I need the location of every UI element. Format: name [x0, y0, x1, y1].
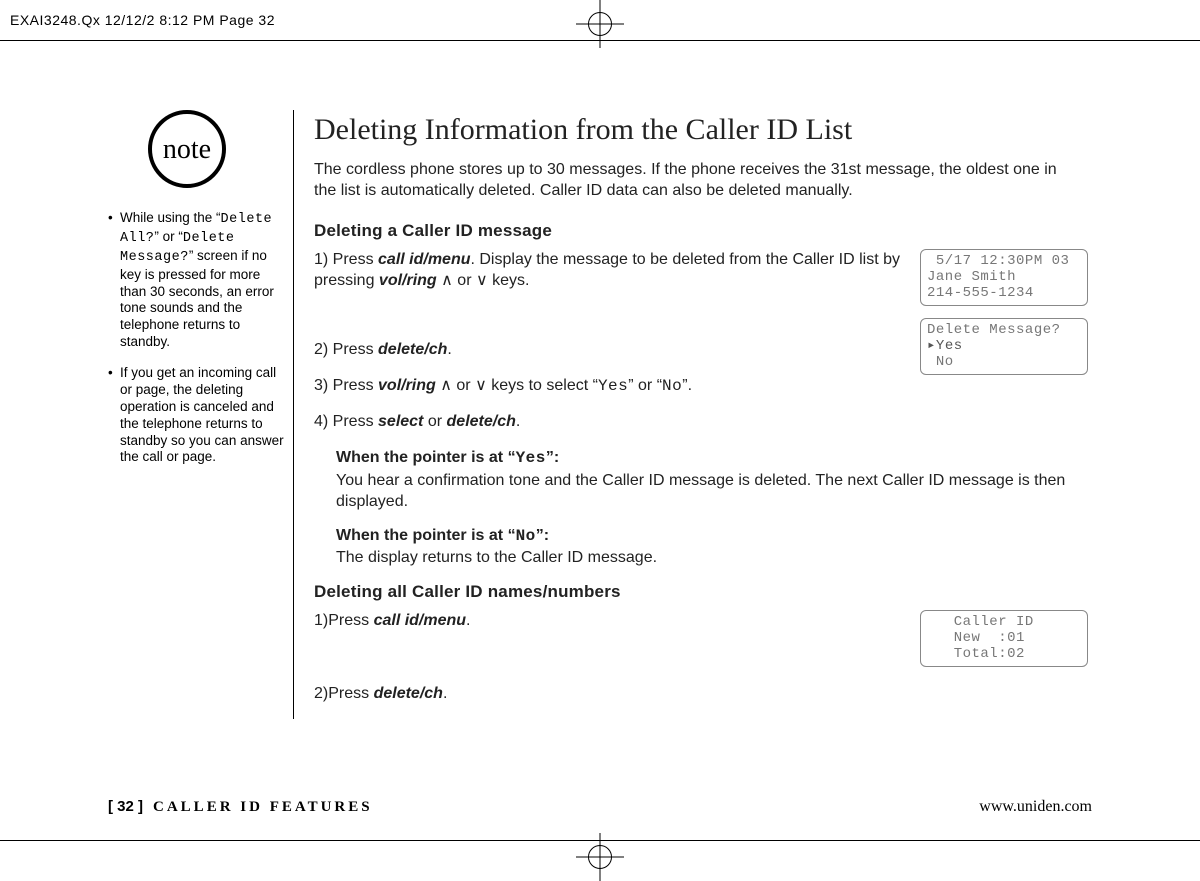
- step-row: 1)Press call id/menu. Caller ID New :01 …: [314, 610, 1093, 679]
- section-heading: Deleting a Caller ID message: [314, 220, 1093, 243]
- step-row: 1) Press call id/menu. Display the messa…: [314, 249, 1093, 388]
- print-header: EXAI3248.Qx 12/12/2 8:12 PM Page 32: [10, 12, 275, 28]
- lcd-delete-message: Delete Message? ▸Yes No: [920, 318, 1088, 375]
- intro-text: The cordless phone stores up to 30 messa…: [314, 159, 1074, 202]
- note-sidebar: note • While using the “Delete All?” or …: [108, 110, 293, 719]
- page-title: Deleting Information from the Caller ID …: [314, 110, 1093, 151]
- note-bullet: • If you get an incoming call or page, t…: [108, 365, 285, 466]
- step-row: 2)Press delete/ch.: [314, 683, 1093, 705]
- result-no: When the pointer is at “No”: The display…: [336, 525, 1066, 569]
- footer-url: www.uniden.com: [979, 798, 1092, 816]
- page-footer: [ 32 ] CALLER ID FEATURES www.uniden.com: [108, 798, 1092, 816]
- main-column: Deleting Information from the Caller ID …: [294, 110, 1093, 719]
- page-number: [ 32 ]: [108, 798, 143, 815]
- page-content: note • While using the “Delete All?” or …: [108, 110, 1093, 719]
- lcd-caller-id-summary: Caller ID New :01 Total:02: [920, 610, 1088, 667]
- section-label: CALLER ID FEATURES: [153, 799, 373, 816]
- step-row: 4) Press select or delete/ch.: [314, 411, 1093, 433]
- section-heading: Deleting all Caller ID names/numbers: [314, 581, 1093, 604]
- note-bullet: • While using the “Delete All?” or “Dele…: [108, 210, 285, 351]
- result-yes: When the pointer is at “Yes”: You hear a…: [336, 447, 1066, 513]
- lcd-caller-entry: 5/17 12:30PM 03 Jane Smith 214-555-1234: [920, 249, 1088, 306]
- note-badge: note: [148, 110, 226, 188]
